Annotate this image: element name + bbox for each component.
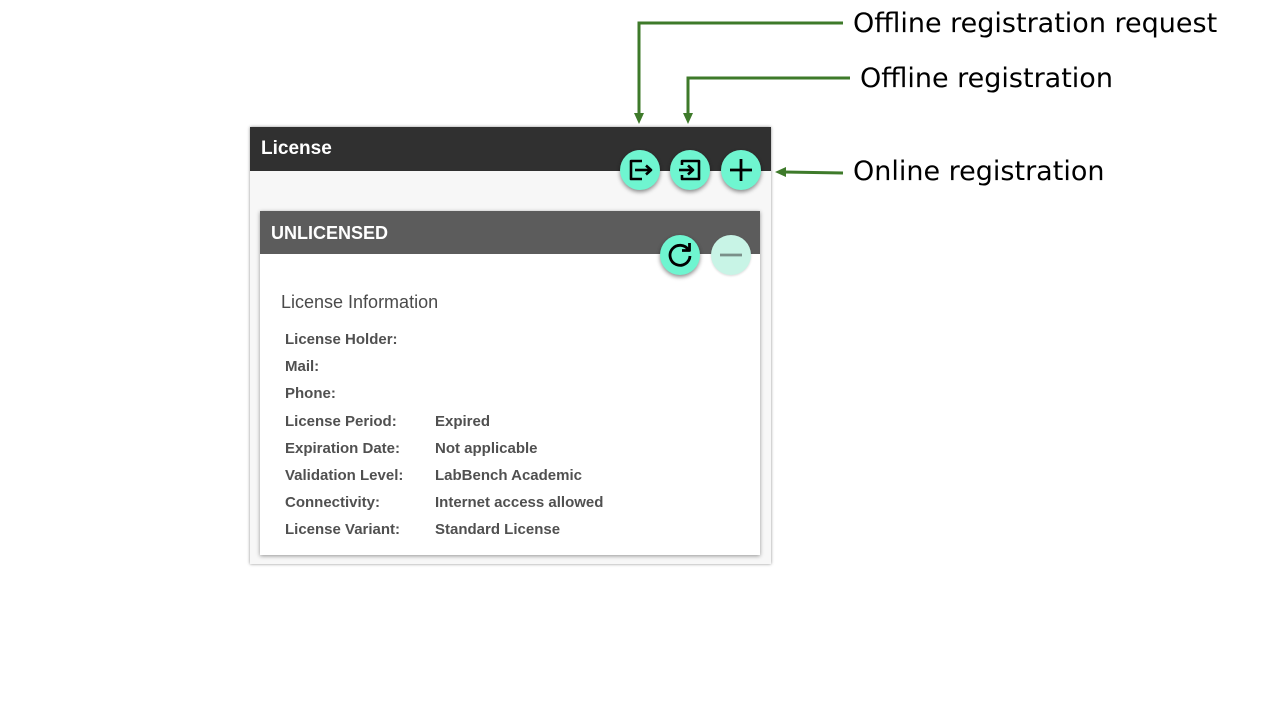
annotation-online-registration: Online registration [853,156,1105,187]
offline-registration-arrow-line [686,76,850,115]
arrowhead-icon [683,113,693,124]
stage: License UNLICENSED License Information L… [0,0,1280,720]
offline-request-arrow-line [637,21,843,115]
online-registration-arrow-line [783,170,844,175]
annotation-arrows [634,21,850,177]
arrowhead-icon [634,113,644,124]
arrowhead-icon [775,167,786,177]
annotation-offline-registration: Offline registration [860,63,1113,94]
annotation-offline-registration-request: Offline registration request [853,8,1218,39]
